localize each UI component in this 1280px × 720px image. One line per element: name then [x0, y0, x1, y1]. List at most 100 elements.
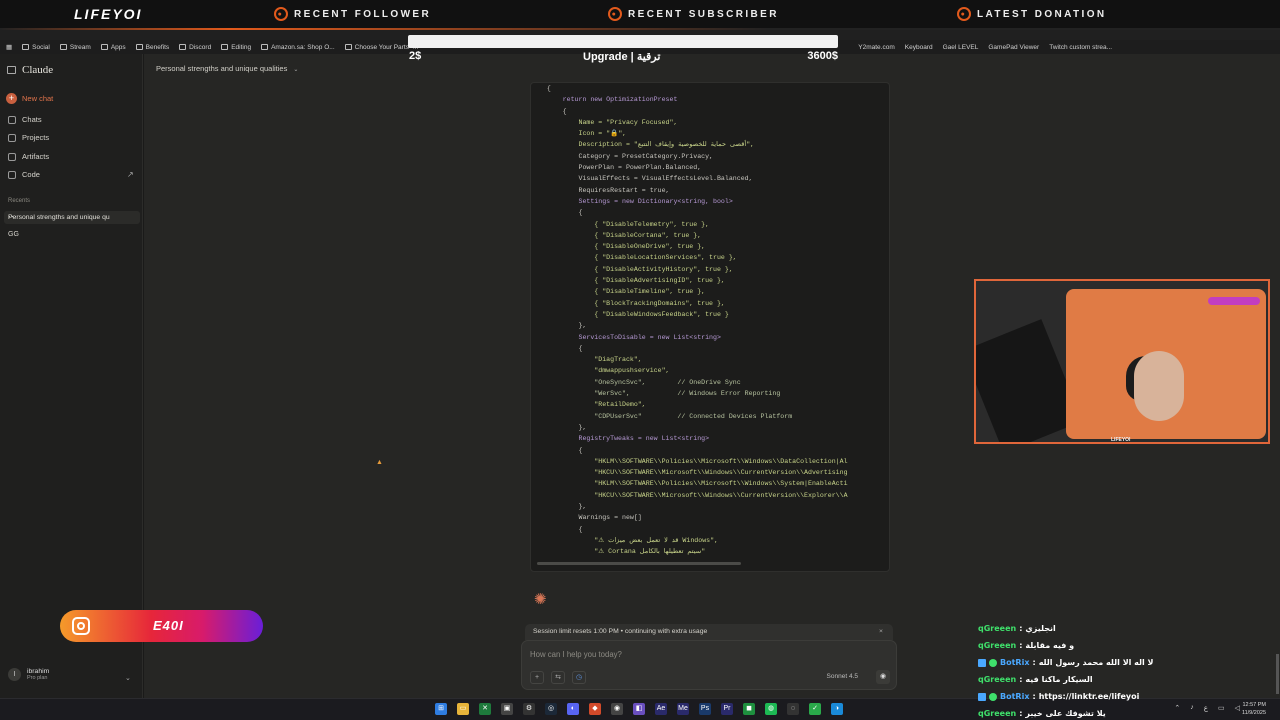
code-line: "⚠ قد لا تعمل بعض ميزات Windows", — [531, 536, 719, 544]
code-line: PowerPlan = PowerPlan.Balanced, — [531, 164, 702, 172]
sidebar-item-code[interactable]: Code — [8, 170, 40, 179]
chat-text: لا اله الا الله محمد رسول الله — [1038, 658, 1154, 667]
store-icon[interactable]: ▣ — [501, 703, 513, 715]
code-line: Name = "Privacy Focused", — [531, 118, 678, 126]
obs-icon[interactable]: ◌ — [787, 703, 799, 715]
bookmark-discord[interactable]: Discord — [179, 44, 211, 51]
overlay-donation-label: LATEST DONATION — [977, 8, 1107, 20]
bookmark-label: Discord — [189, 43, 212, 51]
bookmark-apps[interactable]: Apps — [100, 44, 126, 51]
sidebar-item-chats[interactable]: Chats — [8, 115, 42, 124]
brave-icon[interactable]: ◆ — [589, 703, 601, 715]
code-line: Category = PresetCategory.Privacy, — [531, 152, 714, 160]
edge-icon[interactable]: ◑ — [831, 703, 843, 715]
add-attachment-button[interactable]: + — [530, 671, 544, 684]
code-line: { — [531, 85, 551, 92]
apps-grid-icon[interactable]: ▦ — [6, 43, 12, 51]
photoshop-icon[interactable]: Ps — [699, 703, 711, 715]
chat-title-button[interactable]: Personal strengths and unique qualities ⌄ — [156, 64, 298, 73]
chevron-down-icon: ⌄ — [293, 67, 299, 73]
code-line: { "DisableActivityHistory", true }, — [531, 265, 733, 273]
taskbar-apps: ⊞ ▭ ✕ ▣ ⚙ ◎ ◐ ◆ ◉ ◧ Ae Me Ps Pr ◼ ◍ ◌ ✓ … — [435, 703, 843, 715]
after-effects-icon[interactable]: Ae — [655, 703, 667, 715]
code-line: }, — [531, 423, 587, 431]
xbox-icon[interactable]: ✕ — [479, 703, 491, 715]
sidebar-item-projects[interactable]: Projects — [8, 133, 49, 142]
more-options-icon[interactable]: ⋯ — [8, 211, 120, 222]
premiere-icon[interactable]: Pr — [721, 703, 733, 715]
sidebar-item-artifacts[interactable]: Artifacts — [8, 152, 49, 161]
horizontal-scrollbar[interactable] — [537, 562, 741, 565]
code-line: "HKCU\\SOFTWARE\\Microsoft\\Windows\\Cur… — [531, 491, 848, 499]
chat-separator: : — [1032, 658, 1036, 667]
chat-input-placeholder[interactable]: How can I help you today? — [530, 650, 622, 659]
code-line: { "DisableLocationServices", true }, — [531, 254, 737, 262]
chat-input-box[interactable]: How can I help you today? + ⇆ ◷ Sonnet 4… — [521, 640, 897, 690]
code-icon — [8, 170, 16, 179]
bookmark-label: Social — [32, 43, 50, 51]
chat-username: qGreeen — [978, 624, 1017, 633]
sidebar-item-label: Projects — [22, 133, 50, 142]
code-line: RequiresRestart = true, — [531, 186, 670, 194]
session-notice-text: Session limit resets 1:00 PM • continuin… — [533, 628, 708, 635]
bookmark-label: Keyboard — [904, 43, 933, 51]
spotify-icon[interactable]: ◍ — [765, 703, 777, 715]
media-encoder-icon[interactable]: Me — [677, 703, 689, 715]
folder-icon — [22, 44, 30, 50]
subscriber-icon: ● — [608, 7, 622, 21]
chat-username: qGreeen — [978, 709, 1017, 718]
bookmark-gamepad[interactable]: GamePad Viewer — [988, 44, 1039, 51]
tools-button[interactable]: ⇆ — [551, 671, 565, 684]
folder-icon — [221, 44, 229, 50]
code-lines: { return new OptimizationPreset { Name =… — [531, 83, 848, 557]
code-line: { — [531, 525, 583, 533]
screen: LIFEYOI ● RECENT FOLLOWER ● RECENT SUBSC… — [0, 0, 1280, 720]
file-explorer-icon[interactable]: ▭ — [457, 703, 469, 715]
code-line: Description = "أقصى حماية للخصوصية وإيقا… — [531, 141, 755, 149]
code-line: { "DisableTelemetry", true }, — [531, 220, 710, 228]
mouse-cursor-icon: ▲ — [376, 459, 383, 466]
new-chat-button[interactable]: + New chat — [6, 93, 53, 104]
code-line: return new OptimizationPreset — [531, 96, 678, 104]
sidebar-item-label: Code — [22, 170, 40, 179]
session-limit-banner: Session limit resets 1:00 PM • continuin… — [525, 624, 893, 640]
voice-button[interactable]: ◉ — [876, 670, 890, 684]
recent-chat-gg[interactable]: GG — [8, 231, 19, 238]
instagram-icon — [72, 617, 90, 635]
chat-message: qGreeen: و فيه مقابلة — [978, 637, 1278, 654]
bookmark-stream[interactable]: Stream — [59, 44, 91, 51]
plus-icon: + — [6, 93, 17, 104]
user-profile[interactable]: I ibrahim Pro plan — [8, 668, 49, 681]
bookmark-twitch[interactable]: Twitch custom strea... — [1049, 44, 1112, 51]
overlay-recent-subscriber: ● RECENT SUBSCRIBER — [608, 7, 779, 21]
code-line: "HKCU\\SOFTWARE\\Microsoft\\Windows\\Cur… — [531, 469, 848, 477]
code-line: RegistryTweaks = new List<string> — [531, 435, 710, 443]
bookmark-label: Gael LEVEL — [942, 43, 979, 51]
chat-text: يلا تشوفك على خيبر — [1025, 709, 1106, 718]
close-icon[interactable]: × — [879, 628, 883, 635]
settings-icon[interactable]: ⚙ — [523, 703, 535, 715]
bookmark-editing[interactable]: Editing — [221, 44, 251, 51]
chevron-down-icon[interactable]: ⌄ — [125, 674, 131, 682]
bookmark-y2mate[interactable]: Y2mate.com — [858, 44, 895, 51]
windows-start-icon[interactable]: ⊞ — [435, 703, 447, 715]
bookmark-gael[interactable]: Gael LEVEL — [943, 44, 979, 51]
sidebar-toggle-icon[interactable] — [7, 66, 16, 74]
model-selector[interactable]: Sonnet 4.5 — [827, 673, 858, 680]
discord-icon[interactable]: ◐ — [567, 703, 579, 715]
research-button[interactable]: ◷ — [572, 671, 586, 684]
code-line: { — [531, 446, 583, 454]
steam-icon[interactable]: ◎ — [545, 703, 557, 715]
chat-text: السيكار ماكنا فيه — [1025, 675, 1093, 684]
bookmark-social[interactable]: Social — [22, 44, 50, 51]
recent-chat-active[interactable]: Personal strengths and unique qu ⋯ — [4, 211, 140, 224]
chrome-icon[interactable]: ◉ — [611, 703, 623, 715]
chat-username: BotRix — [1000, 658, 1030, 667]
twitch-icon[interactable]: ◧ — [633, 703, 645, 715]
bookmark-benefits[interactable]: Benefits — [135, 44, 169, 51]
app-icon[interactable]: ✓ — [809, 703, 821, 715]
nvidia-icon[interactable]: ◼ — [743, 703, 755, 715]
bookmark-keyboard[interactable]: Keyboard — [905, 44, 933, 51]
folder-icon — [100, 44, 108, 50]
bookmark-amazon[interactable]: Amazon.sa: Shop O... — [261, 44, 335, 51]
